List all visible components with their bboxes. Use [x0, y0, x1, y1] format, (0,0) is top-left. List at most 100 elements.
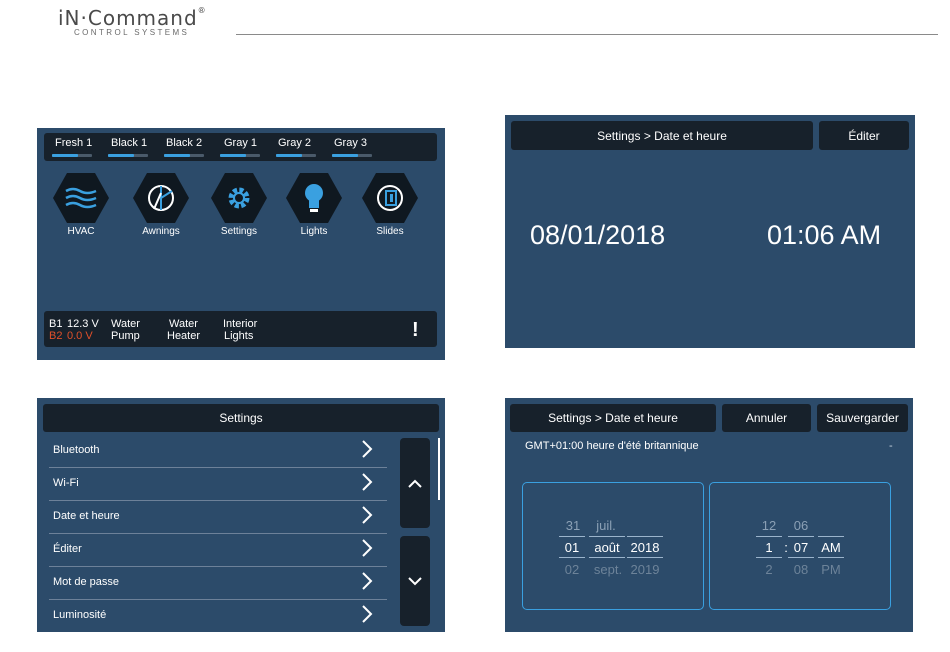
settings-button[interactable]: Settings — [209, 173, 269, 237]
date-picker[interactable]: 31 01 02 juil. août sept. 2018 2019 — [522, 482, 704, 610]
tank-level-bar — [332, 154, 372, 157]
hour-selected[interactable]: 1 — [758, 540, 780, 555]
ampm-selected[interactable]: AM — [817, 540, 845, 555]
slides-button[interactable]: Slides — [360, 173, 420, 237]
save-button-label: Sauvergarder — [826, 411, 899, 425]
day-next[interactable]: 02 — [560, 562, 584, 577]
registered-mark: ® — [197, 6, 207, 15]
settings-item-label: Mot de passe — [53, 576, 120, 588]
bulb-icon — [286, 173, 342, 223]
home-screen: Fresh 1 Black 1 Black 2 Gray 1 Gray 2 Gr… — [37, 128, 445, 360]
settings-item-label: Luminosité — [53, 609, 107, 621]
scroll-up-button[interactable] — [400, 438, 430, 528]
awning-icon — [133, 173, 189, 223]
hour-highlight-top — [756, 536, 782, 537]
chevron-down-icon — [408, 576, 422, 585]
header-divider — [236, 34, 938, 35]
settings-screen: Settings Bluetooth Wi-Fi Date et heure É… — [37, 398, 445, 632]
save-button[interactable]: Sauvergarder — [817, 404, 908, 432]
water-heater-label-1: Water — [169, 318, 198, 330]
tank-fill — [276, 154, 302, 157]
tank-level-bar — [164, 154, 204, 157]
scrollbar-thumb[interactable] — [438, 438, 440, 500]
day-prev[interactable]: 31 — [563, 518, 583, 533]
tank-fill — [332, 154, 358, 157]
month-highlight-bottom — [589, 557, 625, 558]
tank-level-bar — [276, 154, 316, 157]
month-next[interactable]: sept. — [590, 562, 626, 577]
gear-icon — [211, 173, 267, 223]
scroll-down-button[interactable] — [400, 536, 430, 626]
minute-prev[interactable]: 06 — [789, 518, 813, 533]
awnings-button[interactable]: Awnings — [131, 173, 191, 237]
ampm-next[interactable]: PM — [817, 562, 845, 577]
settings-item-brightness[interactable]: Luminosité — [49, 599, 387, 632]
settings-item-label: Bluetooth — [53, 444, 100, 456]
slides-label: Slides — [376, 226, 404, 237]
lights-label: Lights — [300, 226, 328, 237]
settings-item-edit[interactable]: Éditer — [49, 533, 387, 567]
year-highlight-top — [627, 536, 663, 537]
settings-item-label: Date et heure — [53, 510, 120, 522]
year-next[interactable]: 2019 — [627, 562, 663, 577]
year-highlight-bottom — [627, 557, 663, 558]
tank-label: Gray 3 — [334, 137, 368, 149]
tank-gray-1: Gray 1 — [224, 137, 257, 149]
tank-label: Black 2 — [166, 137, 203, 149]
day-highlight-top — [559, 536, 585, 537]
minute-next[interactable]: 08 — [789, 562, 813, 577]
hour-prev[interactable]: 12 — [758, 518, 780, 533]
settings-item-label: Wi-Fi — [53, 477, 79, 489]
hour-next[interactable]: 2 — [758, 562, 780, 577]
cancel-button-label: Annuler — [745, 411, 788, 425]
tank-fresh-1: Fresh 1 — [55, 137, 92, 149]
settings-item-wifi[interactable]: Wi-Fi — [49, 467, 387, 501]
brand-logo: iN·Command® CONTROL SYSTEMS — [58, 6, 218, 37]
settings-title-bar: Settings — [43, 404, 439, 432]
tank-label: Fresh 1 — [55, 137, 93, 149]
day-highlight-bottom — [559, 557, 585, 558]
tank-gray-3: Gray 3 — [334, 137, 367, 149]
edit-button[interactable]: Éditer — [819, 121, 909, 150]
year-selected[interactable]: 2018 — [627, 540, 663, 555]
tank-gray-2: Gray 2 — [278, 137, 311, 149]
battery-2-value: 0.0 V — [67, 330, 93, 342]
time-picker[interactable]: 12 1 2 : 06 07 08 AM PM — [709, 482, 891, 610]
lights-button[interactable]: Lights — [284, 173, 344, 237]
tank-levels-bar: Fresh 1 Black 1 Black 2 Gray 1 Gray 2 Gr… — [44, 133, 437, 161]
cancel-button[interactable]: Annuler — [722, 404, 811, 432]
battery-1-label: B1 — [49, 318, 63, 330]
settings-item-label: Éditer — [53, 543, 82, 555]
chevron-right-icon — [362, 473, 373, 491]
ampm-highlight-bottom — [818, 557, 844, 558]
alert-icon[interactable]: ! — [412, 319, 419, 341]
tank-black-2: Black 2 — [166, 137, 202, 149]
water-pump-label-2: Pump — [111, 330, 140, 342]
chevron-right-icon — [362, 605, 373, 623]
edit-button-label: Éditer — [848, 128, 880, 143]
minute-highlight-top — [788, 536, 814, 537]
tank-label: Gray 2 — [278, 137, 312, 149]
battery-2-label: B2 — [49, 330, 63, 342]
month-prev[interactable]: juil. — [590, 518, 622, 533]
brand-name: iN·Command — [58, 6, 198, 30]
breadcrumb-text: Settings > Date et heure — [548, 411, 678, 425]
minute-highlight-bottom — [788, 557, 814, 558]
tank-level-bar — [108, 154, 148, 157]
interior-lights-label-2: Lights — [224, 330, 254, 342]
tank-fill — [108, 154, 134, 157]
settings-item-bluetooth[interactable]: Bluetooth — [49, 434, 387, 468]
chevron-right-icon — [362, 506, 373, 524]
timezone-selector[interactable]: GMT+01:00 heure d'été britannique — [525, 440, 699, 452]
day-selected[interactable]: 01 — [560, 540, 584, 555]
time-display: 01:06 AM — [767, 220, 882, 250]
minute-selected[interactable]: 07 — [789, 540, 813, 555]
tank-black-1: Black 1 — [111, 137, 147, 149]
timezone-dash: - — [889, 440, 893, 452]
settings-item-date-time[interactable]: Date et heure — [49, 500, 387, 534]
tank-fill — [220, 154, 246, 157]
breadcrumb: Settings > Date et heure — [510, 404, 716, 432]
month-selected[interactable]: août — [590, 540, 624, 555]
settings-item-password[interactable]: Mot de passe — [49, 566, 387, 600]
hvac-button[interactable]: HVAC — [51, 173, 111, 237]
